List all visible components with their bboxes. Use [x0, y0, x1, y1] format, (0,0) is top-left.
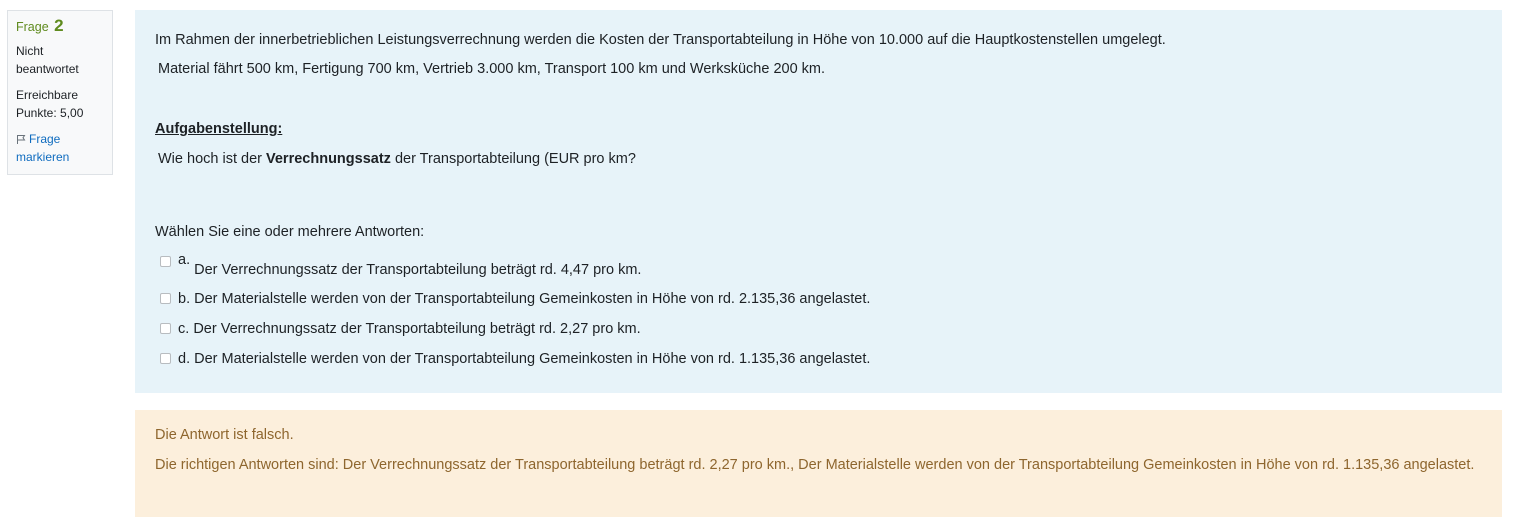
answer-prompt: Wählen Sie eine oder mehrere Antworten: [155, 224, 425, 240]
question-text-line1: Im Rahmen der innerbetrieblichen Leistun… [155, 32, 1166, 48]
task-heading: Aufgabenstellung: [155, 121, 283, 137]
answer-text-b[interactable]: Der Materialstelle werden von der Transp… [194, 291, 870, 307]
feedback-correct-answers: Die richtigen Antworten sind: Der Verrec… [155, 457, 1475, 473]
answer-letter-b: b. [178, 291, 191, 307]
task-text: Wie hoch ist der Verrechnungssatz der Tr… [158, 151, 636, 167]
answer-checkbox-c[interactable] [160, 323, 171, 334]
question-grade: Erreichbare Punkte: 5,00 [16, 86, 104, 122]
question-grade-line2: Punkte: 5,00 [16, 106, 84, 120]
question-state-line2: beantwortet [16, 62, 79, 76]
question-text-line2: Material fährt 500 km, Fertigung 700 km,… [158, 61, 826, 77]
flag-label-line1: Frage [29, 132, 61, 146]
answer-text-a[interactable]: Der Verrechnungssatz der Transportabteil… [194, 262, 641, 278]
answer-option-b[interactable]: b. Der Materialstelle werden von der Tra… [160, 291, 870, 307]
question-state-line1: Nicht [16, 44, 44, 58]
answer-option-a[interactable]: a. Der Verrechnungssatz der Transportabt… [160, 252, 641, 278]
answer-option-c[interactable]: c. Der Verrechnungssatz der Transportabt… [160, 321, 641, 337]
question-number-line: Frage 2 [16, 17, 104, 36]
answer-checkbox-d[interactable] [160, 353, 171, 364]
answer-letter-d: d. [178, 351, 191, 367]
question-label: Frage [16, 20, 49, 34]
question-info-box: Frage 2 Nicht beantwortet Erreichbare Pu… [7, 10, 113, 175]
feedback-status: Die Antwort ist falsch. [155, 427, 294, 443]
question-state: Nicht beantwortet [16, 42, 104, 78]
answer-letter-c: c. [178, 321, 190, 337]
answer-option-d[interactable]: d. Der Materialstelle werden von der Tra… [160, 351, 870, 367]
question-formulation: Im Rahmen der innerbetrieblichen Leistun… [135, 10, 1502, 393]
question-grade-line1: Erreichbare [16, 88, 79, 102]
question-number: 2 [54, 16, 64, 35]
quiz-page: Frage 2 Nicht beantwortet Erreichbare Pu… [0, 0, 1520, 523]
answer-text-c[interactable]: Der Verrechnungssatz der Transportabteil… [193, 321, 640, 337]
flag-label-line2: markieren [16, 150, 70, 164]
task-bold: Verrechnungssatz [266, 151, 391, 167]
answer-feedback: Die Antwort ist falsch. Die richtigen An… [135, 410, 1502, 517]
task-suffix: der Transportabteilung (EUR pro km? [390, 151, 636, 167]
answer-text-d[interactable]: Der Materialstelle werden von der Transp… [194, 351, 870, 367]
flag-question-link[interactable]: Frage markieren [16, 130, 104, 166]
answer-checkbox-b[interactable] [160, 293, 171, 304]
task-prefix: Wie hoch ist der [158, 151, 266, 167]
flag-icon [17, 135, 26, 144]
answer-letter-a: a. [178, 252, 191, 268]
answer-checkbox-a[interactable] [160, 256, 171, 267]
